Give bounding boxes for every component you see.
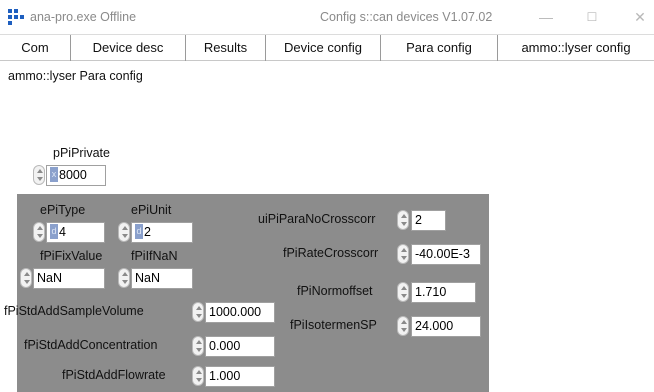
fpiifnan-label: fPiIfNaN (131, 249, 178, 263)
epitype-field[interactable]: d4 (46, 222, 105, 243)
radix-indicator: x (50, 167, 58, 183)
fpistdaddsamplevolume-field[interactable]: 1000.000 (205, 302, 275, 323)
ppiprivate-stepper[interactable] (33, 165, 45, 185)
fpifixvalue-label: fPiFixValue (40, 249, 103, 263)
fpinormoffset-field[interactable]: 1.710 (411, 282, 476, 303)
fpistdaddconcentration-label: fPiStdAddConcentration (24, 338, 158, 352)
fpistdaddconcentration-field[interactable]: 0.000 (205, 336, 275, 357)
ppiprivate-field[interactable]: x 8000 (46, 165, 106, 186)
ppiprivate-label: pPiPrivate (53, 146, 110, 160)
ppiprivate-value: 8000 (59, 168, 87, 182)
fpifixvalue-field[interactable]: NaN (33, 268, 105, 289)
app-icon (8, 9, 24, 25)
tab-results[interactable]: Results (186, 35, 266, 61)
fpiifnan-stepper[interactable] (118, 268, 130, 288)
tab-com[interactable]: Com (0, 35, 71, 61)
epiunit-stepper[interactable] (118, 222, 130, 242)
title-bar: ana-pro.exe Offline Config s::can device… (0, 0, 654, 34)
tab-ammolyser-config[interactable]: ammo::lyser config (498, 35, 654, 61)
epitype-stepper[interactable] (33, 222, 45, 242)
minimize-button[interactable]: — (532, 6, 560, 28)
fpistdaddflowrate-stepper[interactable] (192, 366, 204, 386)
tab-device-desc[interactable]: Device desc (71, 35, 186, 61)
fpistdaddconcentration-stepper[interactable] (192, 336, 204, 356)
fpiisotermensp-field[interactable]: 24.000 (411, 316, 481, 337)
fpistdaddflowrate-field[interactable]: 1.000 (205, 366, 275, 387)
fpifixvalue-stepper[interactable] (20, 268, 32, 288)
window-subtitle: Config s::can devices V1.07.02 (320, 10, 493, 24)
epiunit-value: 2 (144, 225, 151, 239)
fpiratecrosscorr-label: fPiRateCrosscorr (283, 246, 379, 260)
fpiifnan-field[interactable]: NaN (131, 268, 193, 289)
fpiratecrosscorr-stepper[interactable] (397, 244, 409, 264)
fpistdaddsamplevolume-stepper[interactable] (192, 302, 204, 322)
radix-indicator: d (135, 224, 143, 240)
fpiisotermensp-label: fPiIsotermenSP (290, 318, 377, 332)
tab-bar: Com Device desc Results Device config Pa… (0, 34, 654, 61)
page-title: ammo::lyser Para config (8, 69, 143, 83)
fpistdaddsamplevolume-label: fPiStdAddSampleVolume (4, 304, 144, 318)
fpiratecrosscorr-field[interactable]: -40.00E-3 (411, 244, 481, 265)
fpistdaddflowrate-label: fPiStdAddFlowrate (62, 368, 166, 382)
epitype-value: 4 (59, 225, 66, 239)
fpiisotermensp-stepper[interactable] (397, 316, 409, 336)
epitype-label: ePiType (40, 203, 86, 217)
tab-device-config[interactable]: Device config (266, 35, 381, 61)
fpinormoffset-stepper[interactable] (397, 282, 409, 302)
window-title: ana-pro.exe Offline (30, 10, 137, 24)
maximize-button[interactable]: ☐ (578, 6, 606, 28)
epiunit-field[interactable]: d2 (131, 222, 193, 243)
tab-para-config[interactable]: Para config (381, 35, 498, 61)
uipiparanocrosscorr-field[interactable]: 2 (411, 210, 446, 231)
radix-indicator: d (50, 224, 58, 240)
uipiparanocrosscorr-label: uiPiParaNoCrosscorr (258, 212, 376, 226)
epiunit-label: ePiUnit (131, 203, 172, 217)
uipiparanocrosscorr-stepper[interactable] (397, 210, 409, 230)
fpinormoffset-label: fPiNormoffset (297, 284, 373, 298)
close-button[interactable]: ✕ (626, 6, 654, 28)
